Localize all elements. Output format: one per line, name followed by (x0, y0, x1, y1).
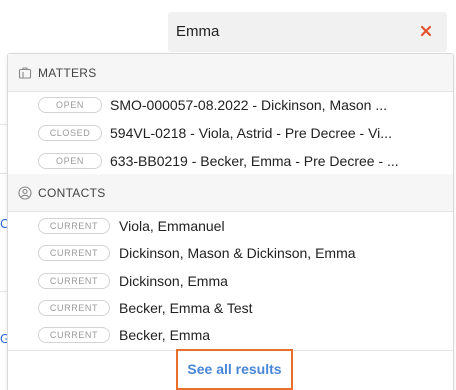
contact-result-item[interactable]: CURRENT Dickinson, Mason & Dickinson, Em… (8, 240, 453, 267)
status-badge: CURRENT (38, 300, 110, 316)
status-badge: OPEN (38, 97, 102, 113)
matter-result-item[interactable]: CLOSED 594VL-0218 - Viola, Astrid - Pre … (8, 120, 453, 147)
status-badge: CLOSED (38, 125, 102, 141)
matters-section-header: MATTERS (8, 54, 453, 92)
contact-result-item[interactable]: CURRENT Viola, Emmanuel (8, 213, 453, 240)
contact-result-label[interactable]: Dickinson, Mason & Dickinson, Emma (119, 245, 439, 262)
contacts-section-label: CONTACTS (38, 186, 106, 200)
contact-result-item[interactable]: CURRENT Becker, Emma (8, 322, 453, 349)
briefcase-icon (18, 67, 32, 79)
contact-result-label[interactable]: Dickinson, Emma (119, 273, 439, 290)
page: C G Emma MATTERS OPEN SMO-000057-08.2022… (0, 0, 456, 390)
matter-result-label[interactable]: SMO-000057-08.2022 - Dickinson, Mason ..… (110, 97, 428, 114)
contact-result-item[interactable]: CURRENT Becker, Emma & Test (8, 295, 453, 322)
status-badge: CURRENT (38, 218, 110, 234)
close-icon[interactable] (419, 24, 433, 38)
matter-result-item[interactable]: OPEN SMO-000057-08.2022 - Dickinson, Mas… (8, 92, 453, 119)
contact-result-label[interactable]: Becker, Emma & Test (119, 300, 439, 317)
search-results-dropdown: MATTERS OPEN SMO-000057-08.2022 - Dickin… (7, 53, 454, 390)
status-badge: CURRENT (38, 273, 110, 289)
contact-result-item[interactable]: CURRENT Dickinson, Emma (8, 268, 453, 295)
contacts-section-header: CONTACTS (8, 174, 453, 212)
matter-result-label[interactable]: 633-BB0219 - Becker, Emma - Pre Decree -… (110, 153, 428, 170)
status-badge: OPEN (38, 153, 102, 169)
contact-result-label[interactable]: Viola, Emmanuel (119, 218, 439, 235)
status-badge: CURRENT (38, 245, 110, 261)
search-input-value[interactable]: Emma (176, 23, 219, 41)
user-icon (18, 186, 32, 200)
matter-result-label[interactable]: 594VL-0218 - Viola, Astrid - Pre Decree … (110, 125, 428, 142)
matter-result-item[interactable]: OPEN 633-BB0219 - Becker, Emma - Pre Dec… (8, 148, 453, 175)
search-input[interactable]: Emma (168, 12, 447, 52)
status-badge: CURRENT (38, 327, 110, 343)
matters-section-label: MATTERS (38, 66, 97, 80)
see-all-results-button[interactable]: See all results (176, 349, 293, 390)
contact-result-label[interactable]: Becker, Emma (119, 327, 439, 344)
